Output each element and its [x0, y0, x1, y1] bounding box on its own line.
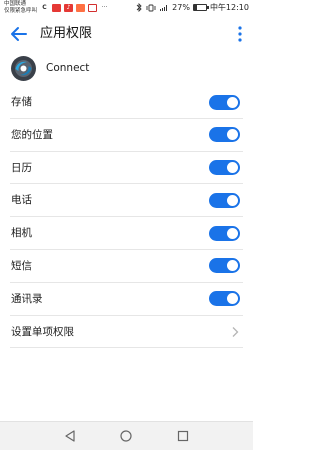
status-bar: 中国联通 仅限紧急呼叫 C ♪ ··· 27% 中午12:10	[0, 0, 253, 18]
vibrate-icon	[146, 4, 156, 11]
location-toggle[interactable]	[209, 127, 240, 143]
carrier-info: 中国联通 仅限紧急呼叫	[4, 1, 37, 15]
permission-label: 日历	[11, 161, 32, 174]
permission-row-camera[interactable]: 相机	[10, 217, 243, 250]
status-right: 27% 中午12:10	[135, 2, 249, 13]
permission-row-sms[interactable]: 短信	[10, 250, 243, 283]
connect-logo-icon	[11, 56, 36, 81]
permission-row-phone[interactable]: 电话	[10, 184, 243, 218]
message-notification-icon	[52, 4, 61, 12]
page-title: 应用权限	[40, 26, 93, 41]
carrier-name: 中国联通	[4, 1, 27, 7]
more-options-icon[interactable]	[237, 25, 243, 43]
calendar-toggle[interactable]	[209, 160, 240, 176]
battery-icon	[192, 4, 209, 11]
nav-recents-icon[interactable]	[176, 429, 190, 443]
permission-label: 相机	[11, 227, 32, 240]
individual-permissions-label: 设置单项权限	[11, 325, 74, 338]
app-name: Connect	[46, 62, 90, 74]
clock: 中午12:10	[209, 3, 249, 12]
toggle-knob	[227, 162, 238, 174]
app-notification-icon	[76, 4, 85, 12]
battery-percent: 27%	[172, 3, 190, 12]
permission-list: 存储 您的位置 日历 电话 相机 短信 通讯录 设置单项权限	[10, 86, 243, 349]
nav-home-icon[interactable]	[119, 429, 133, 443]
permission-label: 您的位置	[11, 128, 53, 141]
music-notification-icon: ♪	[64, 4, 73, 12]
permission-label: 电话	[11, 194, 32, 207]
toggle-knob	[227, 293, 238, 305]
notification-icons: C ♪ ···	[40, 4, 109, 12]
permission-row-calendar[interactable]: 日历	[10, 152, 243, 185]
red-app-notification-icon	[88, 4, 97, 12]
toggle-knob	[227, 129, 238, 141]
permission-row-contacts[interactable]: 通讯录	[10, 283, 243, 316]
storage-toggle[interactable]	[209, 94, 240, 110]
contacts-toggle[interactable]	[209, 291, 240, 307]
phone-toggle[interactable]	[209, 192, 240, 208]
more-notifications-icon: ···	[101, 4, 108, 11]
permission-label: 短信	[11, 259, 32, 272]
app-header: Connect	[0, 52, 253, 86]
camera-toggle[interactable]	[209, 225, 240, 241]
toggle-knob	[227, 260, 238, 272]
toggle-knob	[227, 96, 238, 108]
permission-label: 存储	[11, 96, 32, 108]
c-notification-icon: C	[42, 4, 47, 11]
permission-row-location[interactable]: 您的位置	[10, 119, 243, 152]
battery-fill	[193, 5, 198, 10]
toggle-knob	[227, 227, 238, 239]
permission-row-storage[interactable]: 存储	[10, 86, 243, 119]
individual-permissions-row[interactable]: 设置单项权限	[10, 316, 243, 349]
carrier-emergency-only: 仅限紧急呼叫	[4, 8, 38, 14]
bluetooth-icon	[136, 3, 142, 12]
signal-icon	[160, 4, 168, 11]
chevron-right-icon	[232, 326, 239, 337]
back-arrow-icon[interactable]	[9, 24, 29, 44]
navigation-bar	[0, 421, 253, 450]
app-bar: 应用权限	[0, 18, 253, 50]
permission-label: 通讯录	[11, 292, 43, 305]
nav-back-icon[interactable]	[63, 429, 77, 443]
toggle-knob	[227, 194, 238, 206]
sms-toggle[interactable]	[209, 258, 240, 274]
